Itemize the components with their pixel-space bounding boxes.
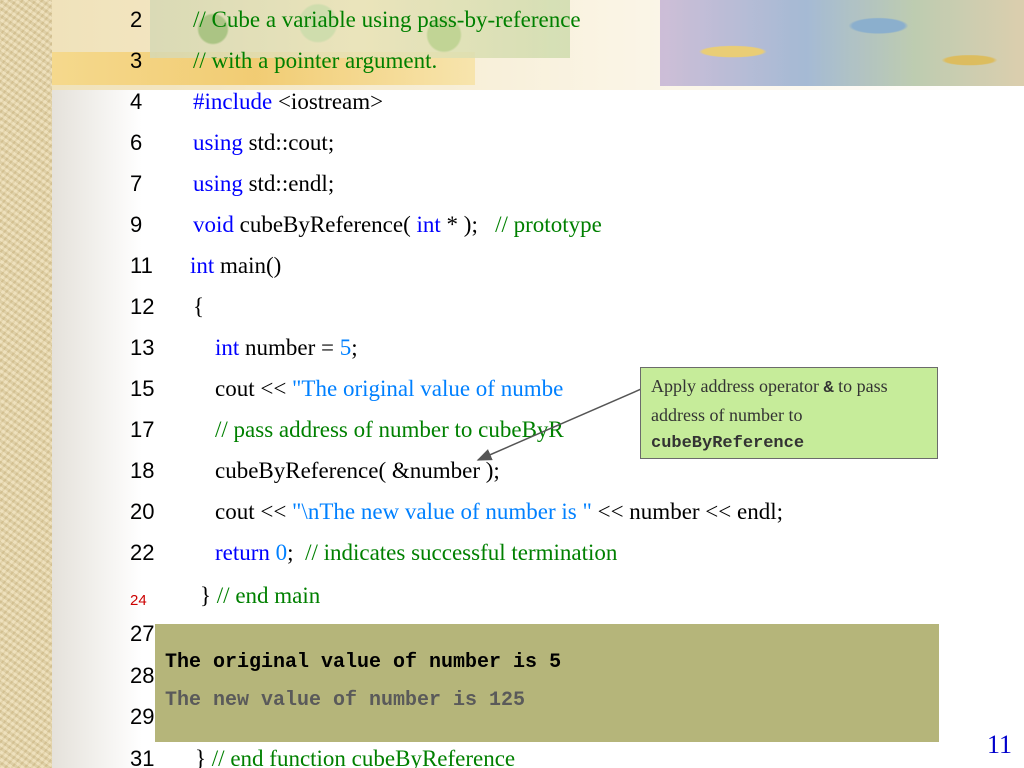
code-token-string: "\nThe new value of number is " <box>292 499 592 524</box>
code-token-comment: // pass address of number to cubeByR <box>215 417 564 442</box>
code-line: int main() <box>190 252 281 280</box>
code-token-comment: // Cube a variable using pass-by-referen… <box>193 7 581 32</box>
code-line: } // end function cubeByReference <box>195 745 515 768</box>
line-number: 9 <box>130 212 143 237</box>
code-token-keyword: return <box>215 540 270 565</box>
code-token-plain: << number << endl; <box>591 499 783 524</box>
line-number: 12 <box>130 294 155 319</box>
line-number: 22 <box>130 540 155 565</box>
callout-text-1: Apply address operator <box>651 376 824 396</box>
code-token-plain: { <box>193 294 205 319</box>
code-line: #include <iostream> <box>193 88 383 116</box>
code-token-plain: <iostream> <box>272 89 384 114</box>
callout-operator: & <box>823 379 834 398</box>
code-token-number: 0 <box>275 540 288 565</box>
paper-texture-strip <box>0 0 52 768</box>
callout-function-name: cubeByReference <box>651 434 805 453</box>
code-token-plain: std::cout; <box>242 130 335 155</box>
line-number: 2 <box>130 7 143 32</box>
line-number: 27 <box>130 621 155 646</box>
code-token-plain: cubeByReference( &number ); <box>215 458 500 483</box>
code-token-plain: } <box>200 583 217 608</box>
code-line: } // end main <box>200 582 320 610</box>
line-number: 28 <box>130 663 155 688</box>
line-number: 15 <box>130 376 155 401</box>
code-line: cubeByReference( &number ); <box>215 457 500 485</box>
code-token-plain: ; <box>351 335 358 360</box>
program-output-box: The original value of number is 5 The ne… <box>155 624 939 742</box>
code-line: int number = 5; <box>215 334 358 362</box>
code-token-plain: * ); <box>440 212 496 237</box>
line-number: 17 <box>130 417 155 442</box>
code-line: using std::endl; <box>193 170 334 198</box>
line-number: 31 <box>130 746 155 768</box>
code-token-keyword: int <box>416 212 441 237</box>
line-number: 20 <box>130 499 155 524</box>
code-token-string: "The original value of numbe <box>292 376 564 401</box>
code-line: using std::cout; <box>193 129 334 157</box>
code-line: void cubeByReference( int * ); // protot… <box>193 211 602 239</box>
code-line: // Cube a variable using pass-by-referen… <box>193 6 581 34</box>
code-token-plain: cout << <box>215 499 293 524</box>
code-token-keyword: using <box>193 130 243 155</box>
code-token-plain: std::endl; <box>242 171 335 196</box>
slide-number: 11 <box>986 730 1012 759</box>
code-token-comment: // with a pointer argument. <box>193 48 438 73</box>
callout-note: Apply address operator & to pass address… <box>640 367 938 459</box>
line-number: 4 <box>130 89 143 114</box>
output-line-1: The original value of number is 5 <box>165 651 562 674</box>
code-token-keyword: void <box>193 212 234 237</box>
line-number: 13 <box>130 335 155 360</box>
code-token-comment: // prototype <box>495 212 602 237</box>
code-line: // with a pointer argument. <box>193 47 437 75</box>
code-line: // pass address of number to cubeByR <box>215 416 564 444</box>
code-token-comment: // end function cubeByReference <box>211 746 516 768</box>
code-line: { <box>193 293 204 321</box>
code-token-plain: } <box>195 746 212 768</box>
code-token-plain: cout << <box>215 376 293 401</box>
line-number: 24 <box>130 592 147 609</box>
code-token-keyword: int <box>190 253 215 278</box>
slide: // Cube a variable using pass-by-referen… <box>0 0 1024 768</box>
code-token-plain: number = <box>239 335 340 360</box>
line-number: 3 <box>130 48 143 73</box>
output-line-2: The new value of number is 125 <box>165 689 526 712</box>
code-token-plain: ; <box>287 540 306 565</box>
code-token-comment: // end main <box>216 583 321 608</box>
code-line: cout << "\nThe new value of number is " … <box>215 498 783 526</box>
code-token-keyword: using <box>193 171 243 196</box>
code-token-plain: main() <box>214 253 282 278</box>
line-number: 29 <box>130 704 155 729</box>
code-token-keyword: int <box>215 335 240 360</box>
line-number: 6 <box>130 130 143 155</box>
leaves-decoration-image <box>660 0 1024 86</box>
line-number: 11 <box>130 253 153 278</box>
code-token-number: 5 <box>339 335 352 360</box>
code-line: cout << "The original value of numbe <box>215 375 563 403</box>
line-number: 18 <box>130 458 155 483</box>
code-line: return 0; // indicates successful termin… <box>215 539 617 567</box>
code-token-comment: // indicates successful termination <box>305 540 618 565</box>
paper-shadow <box>52 90 142 768</box>
code-token-keyword: #include <box>193 89 273 114</box>
code-token-plain: cubeByReference( <box>233 212 417 237</box>
line-number: 7 <box>130 171 143 196</box>
